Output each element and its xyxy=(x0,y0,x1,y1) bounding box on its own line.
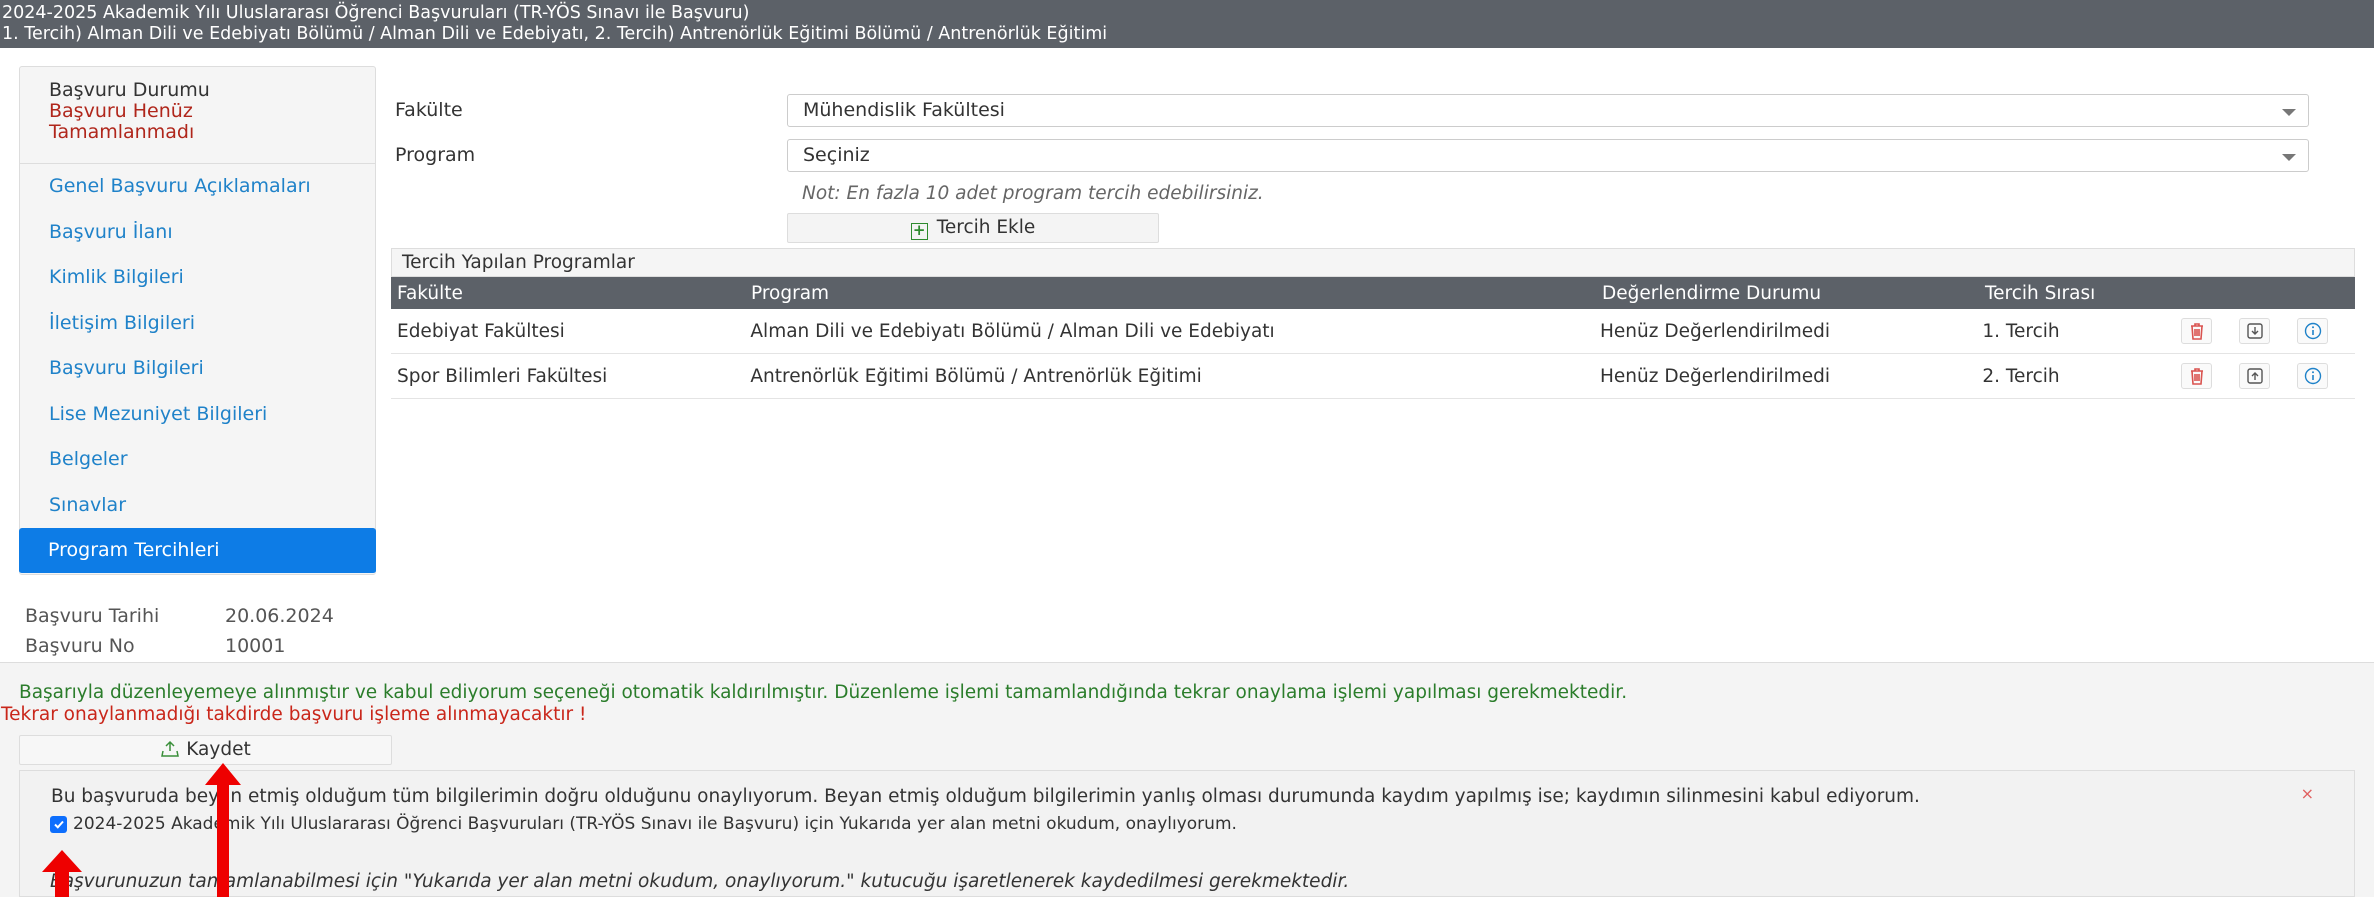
sidebar-item-general-info[interactable]: Genel Başvuru Açıklamaları xyxy=(20,164,375,210)
application-no-label: Başvuru No xyxy=(25,635,135,657)
column-header-status: Değerlendirme Durumu xyxy=(1602,282,1822,304)
annotation-arrow-icon xyxy=(205,763,241,897)
application-date-label: Başvuru Tarihi xyxy=(25,605,160,627)
row-order: 2. Tercih xyxy=(1982,365,2060,387)
sidebar-item-identity[interactable]: Kimlik Bilgileri xyxy=(20,255,375,301)
add-preference-button[interactable]: + Tercih Ekle xyxy=(787,213,1159,243)
delete-button[interactable] xyxy=(2181,363,2213,389)
move-up-button[interactable] xyxy=(2239,363,2271,389)
warning-message: Tekrar onaylanmadığı takdirde başvuru iş… xyxy=(1,704,587,725)
program-label: Program xyxy=(395,144,476,166)
preferences-table-header: Fakülte Program Değerlendirme Durumu Ter… xyxy=(391,277,2355,309)
info-icon xyxy=(2304,367,2321,385)
annotation-arrow-icon xyxy=(42,850,82,897)
header-title-line1: 2024-2025 Akademik Yılı Uluslararası Öğr… xyxy=(2,3,750,23)
sidebar-item-application-info[interactable]: Başvuru Bilgileri xyxy=(20,346,375,392)
consent-checkbox[interactable] xyxy=(50,815,67,833)
sidebar-item-documents[interactable]: Belgeler xyxy=(20,437,375,483)
column-header-faculty: Fakülte xyxy=(397,282,463,304)
chevron-down-icon xyxy=(2282,154,2296,161)
save-button[interactable]: Kaydet xyxy=(19,735,392,765)
row-actions xyxy=(2181,363,2355,389)
trash-icon xyxy=(2190,368,2203,385)
success-message: Başarıyla düzenleyemeye alınmıştır ve ka… xyxy=(19,682,1628,703)
row-program: Antrenörlük Eğitimi Bölümü / Antrenörlük… xyxy=(750,365,1202,387)
delete-button[interactable] xyxy=(2181,318,2213,344)
trash-icon xyxy=(2190,323,2203,340)
row-program: Alman Dili ve Edebiyatı Bölümü / Alman D… xyxy=(750,320,1275,342)
sidebar-item-contact[interactable]: İletişim Bilgileri xyxy=(20,301,375,346)
header-title-line2: 1. Tercih) Alman Dili ve Edebiyatı Bölüm… xyxy=(2,24,1108,44)
preferences-panel: Tercih Yapılan Programlar Fakülte Progra… xyxy=(391,248,2355,399)
arrow-down-box-icon xyxy=(2246,323,2263,339)
program-select[interactable]: Seçiniz xyxy=(787,139,2309,172)
consent-warning: Başvurunuzun tamamlanabilmesi için "Yuka… xyxy=(50,871,1350,892)
plus-icon: + xyxy=(910,223,928,240)
upload-icon xyxy=(161,740,180,757)
info-icon xyxy=(2304,322,2321,340)
status-value-line2: Tamamlanmadı xyxy=(49,121,195,143)
faculty-select[interactable]: Mühendislik Fakültesi xyxy=(787,94,2309,127)
row-status: Henüz Değerlendirilmedi xyxy=(1599,365,1830,387)
arrow-up-box-icon xyxy=(2246,368,2263,384)
row-faculty: Spor Bilimleri Fakültesi xyxy=(397,365,608,387)
faculty-label: Fakülte xyxy=(395,99,463,121)
row-actions xyxy=(2181,318,2355,344)
add-preference-label: Tercih Ekle xyxy=(936,217,1036,238)
move-down-button[interactable] xyxy=(2239,318,2271,344)
application-info: Başvuru Tarihi 20.06.2024 Başvuru No 100… xyxy=(25,601,334,661)
column-header-order: Tercih Sırası xyxy=(1985,282,2096,304)
application-status-box: Başvuru Durumu Başvuru Henüz Tamamlanmad… xyxy=(20,67,375,164)
program-select-value: Seçiniz xyxy=(803,144,870,166)
save-button-label: Kaydet xyxy=(186,739,251,760)
sidebar: Başvuru Durumu Başvuru Henüz Tamamlanmad… xyxy=(19,66,376,575)
table-row: Edebiyat Fakültesi Alman Dili ve Edebiya… xyxy=(391,309,2355,354)
preferences-panel-title: Tercih Yapılan Programlar xyxy=(391,248,2355,277)
application-date-value: 20.06.2024 xyxy=(225,605,334,627)
row-faculty: Edebiyat Fakültesi xyxy=(397,320,565,342)
column-header-program: Program xyxy=(751,282,830,304)
consent-checkbox-label[interactable]: 2024-2025 Akademik Yılı Uluslararası Öğr… xyxy=(73,814,1237,834)
status-value-line1: Başvuru Henüz xyxy=(49,100,193,122)
status-label: Başvuru Durumu xyxy=(49,79,210,101)
sidebar-item-highschool[interactable]: Lise Mezuniyet Bilgileri xyxy=(20,392,375,437)
application-no-value: 10001 xyxy=(225,635,286,657)
chevron-down-icon xyxy=(2282,109,2296,116)
checkmark-icon xyxy=(53,820,64,829)
consent-text: Bu başvuruda beyan etmiş olduğum tüm bil… xyxy=(51,786,1920,807)
sidebar-item-exams[interactable]: Sınavlar xyxy=(20,483,375,528)
info-button[interactable] xyxy=(2297,318,2329,344)
preference-limit-note: Not: En fazla 10 adet program tercih ede… xyxy=(802,183,1264,204)
page-header: 2024-2025 Akademik Yılı Uluslararası Öğr… xyxy=(0,0,2374,48)
close-icon[interactable]: × xyxy=(2301,784,2314,803)
row-order: 1. Tercih xyxy=(1982,320,2060,342)
row-status: Henüz Değerlendirilmedi xyxy=(1599,320,1830,342)
consent-panel: Bu başvuruda beyan etmiş olduğum tüm bil… xyxy=(19,770,2355,897)
faculty-select-value: Mühendislik Fakültesi xyxy=(803,99,1005,121)
sidebar-item-program-preferences[interactable]: Program Tercihleri xyxy=(19,528,376,574)
sidebar-item-announcement[interactable]: Başvuru İlanı xyxy=(20,210,375,255)
info-button[interactable] xyxy=(2297,363,2329,389)
table-row: Spor Bilimleri Fakültesi Antrenörlük Eği… xyxy=(391,354,2355,399)
